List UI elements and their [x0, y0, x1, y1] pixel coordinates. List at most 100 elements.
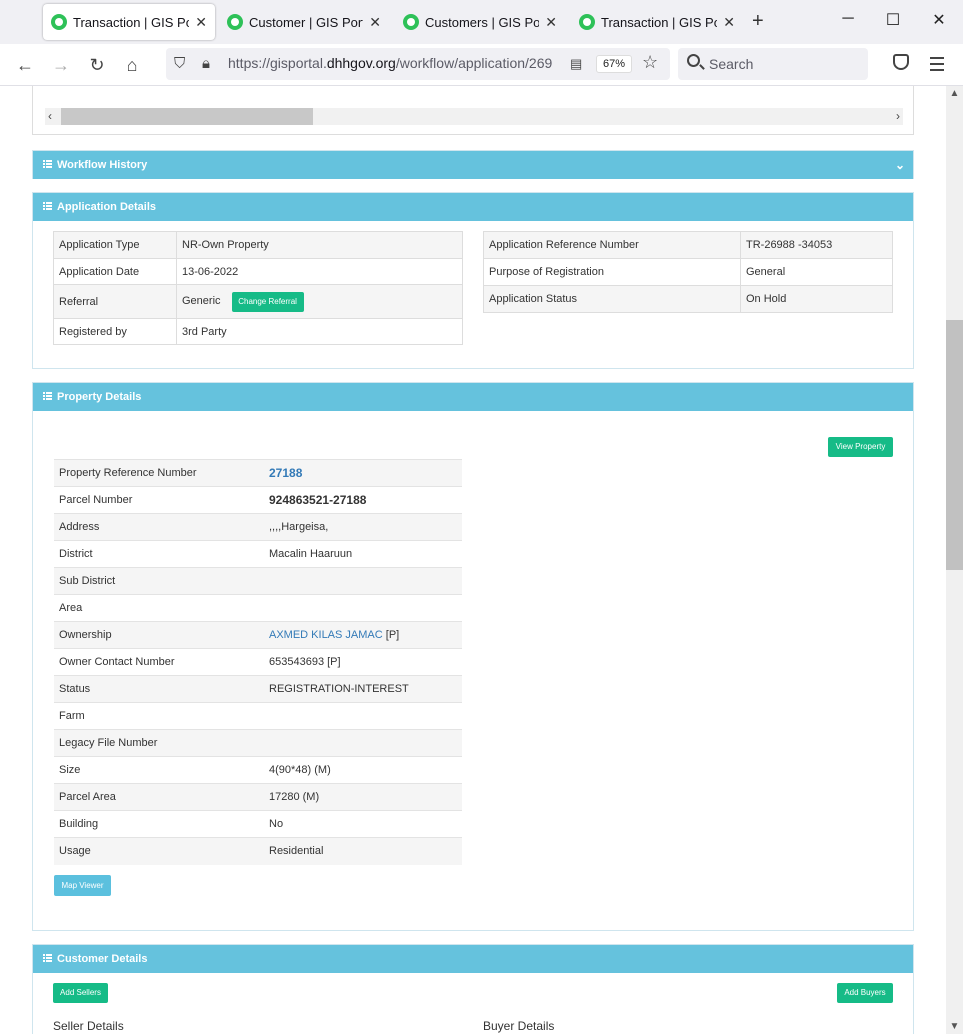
row-value: General: [740, 258, 893, 286]
close-tab-icon[interactable]: ✕: [723, 14, 735, 31]
new-tab-icon[interactable]: +: [752, 10, 764, 32]
scroll-up-icon[interactable]: ▲: [946, 88, 963, 99]
row-value: [264, 594, 462, 622]
close-tab-icon[interactable]: ✕: [369, 14, 381, 31]
close-tab-icon[interactable]: ✕: [195, 14, 207, 31]
row-label: Area: [54, 594, 264, 622]
horizontal-scrollbar[interactable]: ‹ ›: [45, 108, 903, 125]
row-label: Parcel Area: [54, 783, 264, 811]
browser-tab-3[interactable]: Customers | GIS Portal ✕: [395, 4, 565, 40]
table-row: Application Type NR-Own Property: [53, 231, 463, 259]
chevron-down-icon[interactable]: ⌄: [895, 151, 905, 179]
browser-nav-bar: ← → ↻ ⌂ ⛉ 🔒︎ https://gisportal.dhhgov.or…: [0, 44, 963, 86]
table-row: Farm: [54, 702, 462, 730]
reader-view-icon[interactable]: ▤: [570, 52, 582, 76]
row-value: 13-06-2022: [176, 258, 463, 285]
reload-icon[interactable]: ↻: [85, 53, 109, 77]
vertical-scrollbar[interactable]: ▲ ▼: [946, 86, 963, 1034]
close-window-icon[interactable]: ✕: [929, 10, 949, 30]
row-label: District: [54, 540, 264, 568]
table-row: Application Status On Hold: [483, 285, 893, 313]
zoom-level[interactable]: 67%: [596, 55, 633, 73]
owner-link[interactable]: AXMED KILAS JAMAC: [269, 629, 383, 641]
row-label: Farm: [54, 702, 264, 730]
table-row: Property Reference Number 27188: [54, 459, 462, 487]
list-icon: [43, 160, 52, 168]
property-details-header: Property Details: [33, 383, 913, 411]
bookmark-star-icon[interactable]: ☆: [642, 52, 658, 73]
back-arrow-icon[interactable]: ←: [13, 53, 37, 77]
pocket-icon[interactable]: [893, 54, 909, 70]
browser-tab-4[interactable]: Transaction | GIS Portal ✕: [571, 4, 743, 40]
browser-tab-1[interactable]: Transaction | GIS Portal ✕: [43, 4, 215, 40]
row-value: 3rd Party: [176, 318, 463, 345]
close-tab-icon[interactable]: ✕: [545, 14, 557, 31]
browser-tab-bar: Transaction | GIS Portal ✕ Customer | GI…: [0, 0, 963, 44]
application-details-right-table: Application Reference Number TR-26988 -3…: [483, 231, 893, 313]
row-value: [264, 702, 462, 730]
workflow-history-header[interactable]: Workflow History ⌄: [33, 151, 913, 179]
map-viewer-button[interactable]: Map Viewer: [54, 875, 111, 896]
row-label: Sub District: [54, 567, 264, 595]
home-icon[interactable]: ⌂: [120, 53, 144, 77]
row-label: Usage: [54, 837, 264, 865]
row-value: 653543693 [P]: [264, 648, 462, 676]
browser-tab-2[interactable]: Customer | GIS Portal ✕: [219, 4, 389, 40]
row-value: REGISTRATION-INTEREST: [264, 675, 462, 703]
property-details-table: Property Reference Number 27188 Parcel N…: [54, 459, 462, 865]
minimize-icon[interactable]: ─: [838, 10, 858, 28]
row-label: Status: [54, 675, 264, 703]
referral-value: Generic: [182, 294, 221, 307]
row-value: TR-26988 -34053: [740, 231, 893, 259]
table-row: Registered by 3rd Party: [53, 318, 463, 345]
parcel-number-value: 924863521-27188: [264, 486, 462, 514]
browser-search-box[interactable]: Search: [678, 48, 868, 80]
maximize-icon[interactable]: ☐: [883, 10, 903, 30]
shield-icon[interactable]: ⛉: [174, 52, 185, 76]
row-label: Application Date: [53, 258, 177, 285]
row-label: Application Status: [483, 285, 741, 313]
address-bar[interactable]: ⛉ 🔒︎ https://gisportal.dhhgov.org/workfl…: [166, 48, 670, 80]
lock-icon[interactable]: 🔒︎: [202, 52, 210, 76]
add-sellers-button[interactable]: Add Sellers: [53, 983, 108, 1003]
scroll-left-icon[interactable]: ‹: [48, 108, 52, 125]
tab-title: Customers | GIS Portal: [425, 14, 540, 30]
gis-portal-favicon-icon: [227, 14, 243, 30]
url-text[interactable]: https://gisportal.dhhgov.org/workflow/ap…: [228, 55, 562, 71]
change-referral-button[interactable]: Change Referral: [231, 291, 304, 312]
table-row: Legacy File Number: [54, 729, 462, 757]
row-value: Macalin Haaruun: [264, 540, 462, 568]
list-icon: [43, 202, 52, 210]
panel-title: Property Details: [57, 391, 142, 403]
row-label: Application Reference Number: [483, 231, 741, 259]
hamburger-menu-icon[interactable]: [930, 57, 944, 75]
table-row: District Macalin Haaruun: [54, 540, 462, 568]
workflow-history-panel: Workflow History ⌄: [32, 150, 914, 179]
vertical-scrollbar-thumb[interactable]: [946, 320, 963, 570]
forward-arrow-icon[interactable]: →: [49, 53, 73, 77]
table-row: Referral Generic Change Referral: [53, 284, 463, 319]
buyer-details-heading: Buyer Details: [483, 1019, 555, 1033]
row-label: Referral: [53, 284, 177, 319]
application-details-left-table: Application Type NR-Own Property Applica…: [53, 231, 463, 345]
table-row: Status REGISTRATION-INTEREST: [54, 675, 462, 703]
scroll-right-icon[interactable]: ›: [896, 108, 900, 125]
table-row: Purpose of Registration General: [483, 258, 893, 286]
table-row: Sub District: [54, 567, 462, 595]
view-property-button[interactable]: View Property: [828, 437, 893, 457]
scroll-down-icon[interactable]: ▼: [946, 1021, 963, 1032]
property-reference-link[interactable]: 27188: [269, 466, 302, 480]
add-buyers-button[interactable]: Add Buyers: [837, 983, 893, 1003]
horizontal-scrollbar-thumb[interactable]: [61, 108, 313, 125]
table-row: Building No: [54, 810, 462, 838]
table-row: Parcel Number 924863521-27188: [54, 486, 462, 514]
row-label: Application Type: [53, 231, 177, 259]
row-label: Building: [54, 810, 264, 838]
row-label: Legacy File Number: [54, 729, 264, 757]
seller-details-heading: Seller Details: [53, 1019, 124, 1033]
panel-title: Customer Details: [57, 953, 148, 965]
tab-title: Transaction | GIS Portal: [601, 14, 717, 30]
page-viewport: ‹ › Workflow History ⌄ Application Detai…: [0, 86, 946, 1034]
table-row: Application Date 13-06-2022: [53, 258, 463, 285]
tab-title: Transaction | GIS Portal: [73, 14, 189, 30]
